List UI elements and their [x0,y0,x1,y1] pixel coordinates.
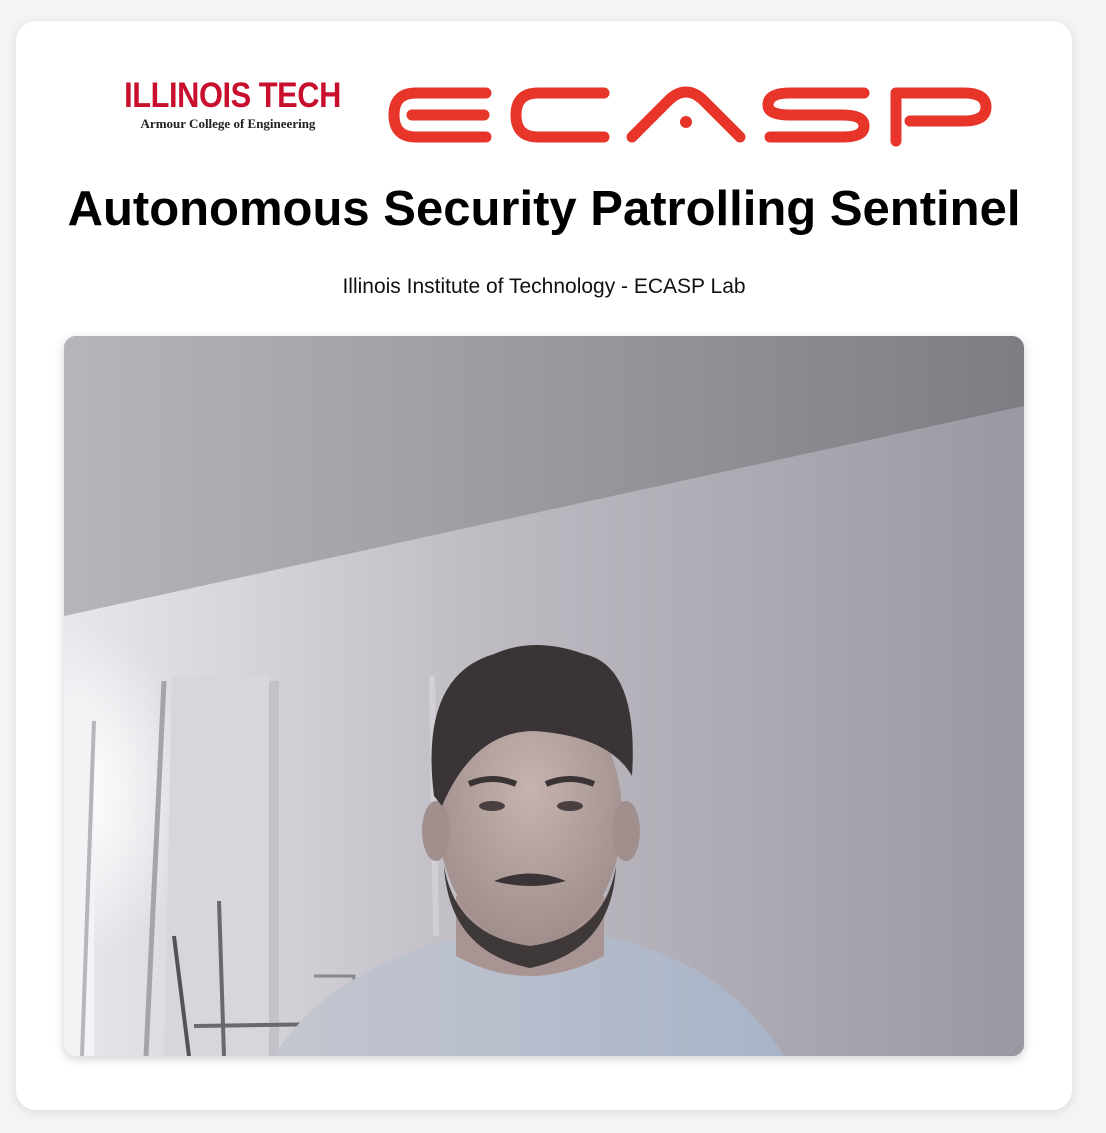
camera-video-feed [64,336,1024,1056]
page-title: Autonomous Security Patrolling Sentinel [67,182,1021,236]
camera-frame-image [64,336,1024,1056]
illinois-tech-wordmark: ILLINOIS TECH [124,76,341,115]
main-card: ILLINOIS TECH Armour College of Engineer… [16,21,1072,1110]
page-subtitle: Illinois Institute of Technology - ECASP… [342,275,746,298]
illinois-tech-logo: ILLINOIS TECH Armour College of Engineer… [110,77,346,141]
ecasp-logo [386,83,994,147]
ecasp-wordmark-graphic [388,86,992,147]
illinois-tech-college: Armour College of Engineering [140,116,316,131]
